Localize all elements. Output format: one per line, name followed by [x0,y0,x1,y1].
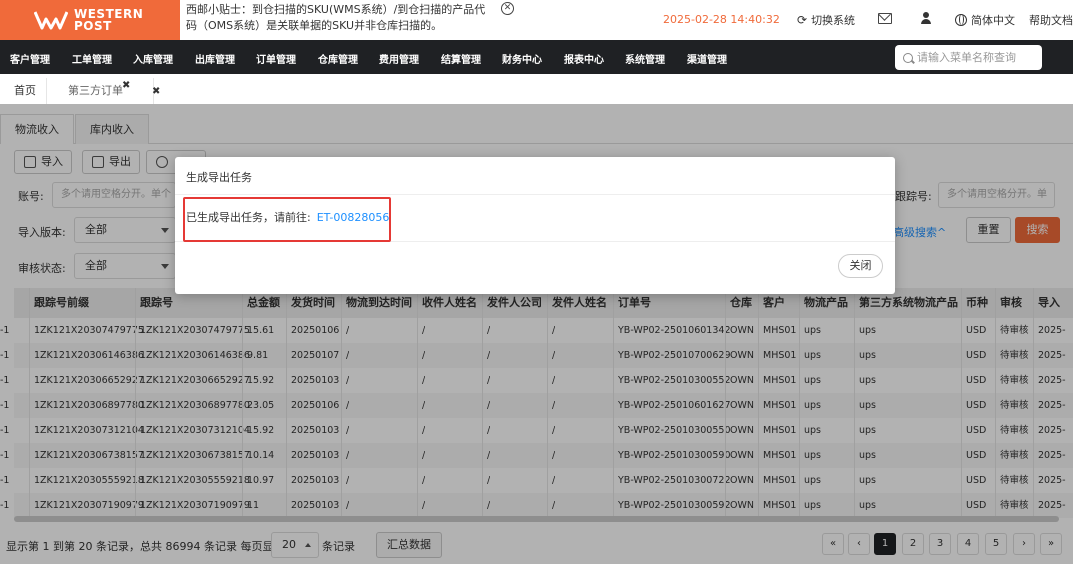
switch-system-button[interactable]: ⟳ 切换系统 [797,12,855,28]
tab-home[interactable]: 首页 [4,78,47,104]
current-datetime: 2025-02-28 14:40:32 [663,13,780,26]
help-docs-link[interactable]: 帮助文档 [1029,12,1073,28]
switch-system-label: 切换系统 [811,14,856,27]
user-icon[interactable] [921,12,931,25]
nav-item-customer[interactable]: 客户管理 [10,51,50,66]
tab-close-icon[interactable]: ✖ [122,80,130,91]
language-label: 简体中文 [971,14,1015,27]
nav-item-ticket[interactable]: 工单管理 [72,51,112,66]
brand-logo[interactable]: WESTERN POST [0,0,180,40]
menu-search[interactable] [895,45,1042,70]
nav-item-inbound[interactable]: 入库管理 [133,51,173,66]
tab-third-party-order-label: 第三方订单 [68,84,123,97]
nav-item-outbound[interactable]: 出库管理 [195,51,235,66]
refresh-icon: ⟳ [797,13,808,27]
brand-name-line2: POST [74,19,112,33]
close-all-tabs-icon[interactable]: ✖ [152,86,160,97]
highlight-box [183,197,391,242]
language-selector[interactable]: 简体中文 [955,12,1015,28]
tab-third-party-order[interactable]: 第三方订单 [58,78,154,104]
search-icon [903,52,913,63]
nav-item-finance[interactable]: 财务中心 [502,51,542,66]
nav-item-warehouse[interactable]: 仓库管理 [318,51,358,66]
nav-item-report[interactable]: 报表中心 [564,51,604,66]
page-tabs: 首页 第三方订单 ✖ ✖ [0,78,1073,104]
nav-item-system[interactable]: 系统管理 [625,51,665,66]
logo-mark-icon [34,9,68,31]
menu-search-input[interactable] [917,51,1037,64]
divider [175,194,895,195]
mail-icon[interactable] [878,13,892,24]
top-bar: WESTERN POST 西邮小贴士：到仓扫描的SKU(WMS系统）/到仓扫描的… [0,0,1073,40]
tip-banner: 西邮小贴士：到仓扫描的SKU(WMS系统）/到仓扫描的产品代码（OMS系统）是关… [186,3,486,32]
dialog-title: 生成导出任务 [186,171,252,184]
close-button[interactable]: 关闭 [838,254,883,278]
globe-icon [955,14,967,26]
main-nav: 客户管理 工单管理 入库管理 出库管理 订单管理 仓库管理 费用管理 结算管理 … [0,40,1073,74]
tip-close-icon[interactable]: ✕ [501,2,514,15]
nav-item-fee[interactable]: 费用管理 [379,51,419,66]
nav-item-settlement[interactable]: 结算管理 [441,51,481,66]
nav-item-channel[interactable]: 渠道管理 [687,51,727,66]
nav-item-order[interactable]: 订单管理 [256,51,296,66]
